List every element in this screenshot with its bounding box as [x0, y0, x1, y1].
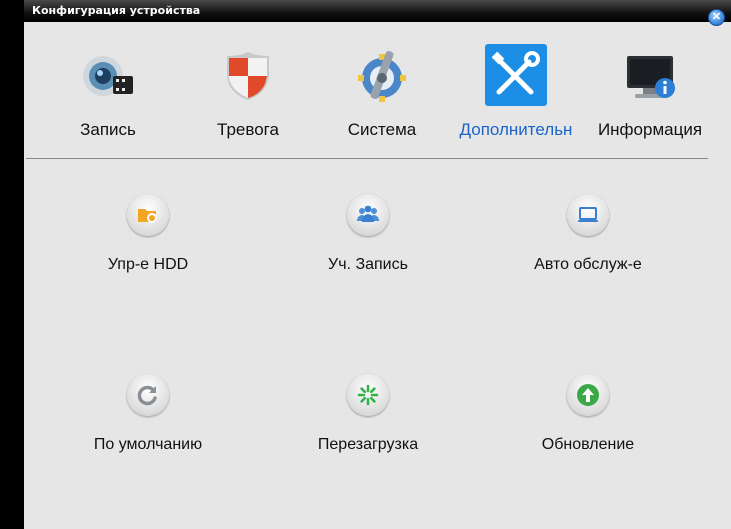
- tab-record[interactable]: Запись: [48, 44, 168, 144]
- tab-alarm-label: Тревога: [217, 120, 279, 139]
- auto-maintain-item[interactable]: Авто обслуж-е: [488, 194, 688, 284]
- wrench-gear-icon: [358, 50, 406, 102]
- tab-info-label: Информация: [597, 120, 703, 139]
- auto-maintain-button[interactable]: [567, 194, 609, 236]
- tab-alarm[interactable]: Тревога: [188, 44, 308, 144]
- reboot-spinner-icon: [357, 384, 379, 406]
- tools-icon: [485, 44, 547, 106]
- tab-record-label: Запись: [80, 120, 136, 139]
- users-icon: [357, 205, 379, 222]
- tab-advanced-label: Дополнительн: [459, 120, 573, 139]
- accounts-button[interactable]: [347, 194, 389, 236]
- defaults-label: По умолчанию: [93, 436, 203, 453]
- hdd-folder-icon: [138, 209, 157, 223]
- hdd-manage-item[interactable]: Упр-е HDD: [48, 194, 248, 284]
- upgrade-arrow-icon: [577, 384, 599, 406]
- hdd-manage-label: Упр-е HDD: [107, 256, 189, 273]
- tab-advanced[interactable]: Дополнительн: [456, 44, 576, 144]
- monitor-info-icon: [627, 56, 675, 98]
- upgrade-button[interactable]: [567, 374, 609, 416]
- tab-system-label: Система: [347, 120, 417, 139]
- upgrade-label: Обновление: [541, 436, 635, 453]
- reboot-item[interactable]: Перезагрузка: [268, 374, 468, 464]
- title-bar: Конфигурация устройства ✕: [24, 0, 731, 26]
- auto-maintain-label: Авто обслуж-е: [534, 256, 642, 273]
- reboot-label: Перезагрузка: [317, 436, 419, 453]
- device-config-window: Конфигурация устройства ✕ Запись Тревога: [24, 0, 731, 529]
- accounts-label: Уч. Запись: [328, 256, 408, 273]
- camera-record-icon: [83, 56, 133, 96]
- close-icon[interactable]: ✕: [708, 9, 725, 26]
- defaults-button[interactable]: [127, 374, 169, 416]
- window-title: Конфигурация устройства: [32, 4, 201, 17]
- defaults-item[interactable]: По умолчанию: [48, 374, 248, 464]
- tabs-divider: [26, 158, 708, 159]
- tab-system[interactable]: Система: [322, 44, 442, 144]
- laptop-icon: [578, 207, 598, 222]
- upgrade-item[interactable]: Обновление: [488, 374, 688, 464]
- reset-icon: [137, 385, 157, 406]
- tab-info[interactable]: Информация: [590, 44, 710, 144]
- accounts-item[interactable]: Уч. Запись: [268, 194, 468, 284]
- reboot-button[interactable]: [347, 374, 389, 416]
- hdd-manage-button[interactable]: [127, 194, 169, 236]
- shield-alarm-icon: [227, 52, 269, 100]
